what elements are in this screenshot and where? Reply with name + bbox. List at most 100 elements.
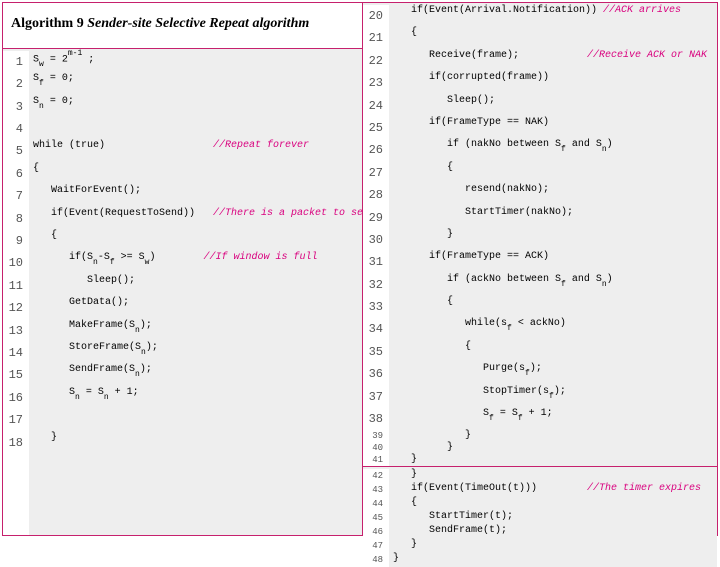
line-number: 38 [367, 408, 383, 430]
code-line: if (nakNo between Sf and Sn) [393, 139, 713, 161]
left-lines: Sw = 2m-1 ; Sf = 0; Sn = 0; while (true)… [33, 51, 379, 535]
code-line: if(FrameType == ACK) [393, 251, 713, 273]
line-number: 27 [367, 162, 383, 184]
code-line: while (true)//Repeat forever [33, 140, 375, 162]
code-line: } [393, 553, 713, 567]
code-line: if(FrameType == NAK) [393, 117, 713, 139]
line-number: 13 [7, 320, 23, 342]
code-line: if(Event(RequestToSend))//There is a pac… [33, 208, 375, 230]
line-number: 24 [367, 95, 383, 117]
line-number: 12 [7, 297, 23, 319]
line-number: 6 [7, 163, 23, 185]
code-line: { [393, 341, 713, 363]
line-number: 15 [7, 364, 23, 386]
line-number: 29 [367, 207, 383, 229]
code-line: { [33, 163, 375, 185]
right-code-lower: 42434445464748 } if(Event(TimeOut(t)))//… [363, 466, 717, 567]
title-desc: Sender-site Selective Repeat algorithm [87, 16, 309, 31]
line-number: 2 [7, 73, 23, 95]
line-number: 41 [367, 454, 383, 466]
code-line: StartTimer(t); [393, 511, 713, 525]
code-line: } [393, 469, 713, 483]
line-number: 31 [367, 251, 383, 273]
code-line: { [33, 230, 375, 252]
code-line: Sf = 0; [33, 73, 375, 95]
code-line: if (ackNo between Sf and Sn) [393, 274, 713, 296]
line-number: 10 [7, 252, 23, 274]
code-line: { [393, 27, 713, 49]
line-number: 21 [367, 27, 383, 49]
line-number: 14 [7, 342, 23, 364]
right-code-upper: 2021222324252627282930313233343536373839… [363, 3, 717, 466]
line-number: 36 [367, 363, 383, 385]
line-number: 4 [7, 118, 23, 140]
line-number: 9 [7, 230, 23, 252]
line-number: 47 [367, 539, 383, 553]
line-number: 1 [7, 51, 23, 73]
code-line: StopTimer(sf); [393, 386, 713, 408]
code-line: } [393, 539, 713, 553]
line-number: 25 [367, 117, 383, 139]
code-line: Sn = Sn + 1; [33, 387, 375, 409]
line-number: 39 [367, 430, 383, 442]
code-line: } [393, 454, 713, 466]
code-line: Receive(frame);//Receive ACK or NAK [393, 50, 713, 72]
line-number: 35 [367, 341, 383, 363]
code-line: if(Sn-Sf >= Sw)//If window is full [33, 252, 375, 274]
line-number: 22 [367, 50, 383, 72]
line-number: 48 [367, 553, 383, 567]
right-gutter-lower: 42434445464748 [363, 469, 389, 567]
line-number: 16 [7, 387, 23, 409]
code-line: if(Event(TimeOut(t)))//The timer expires [393, 483, 713, 497]
code-line: Sf = Sf + 1; [393, 408, 713, 430]
line-number: 3 [7, 96, 23, 118]
code-line: Sw = 2m-1 ; [33, 51, 375, 73]
line-number: 45 [367, 511, 383, 525]
line-number: 46 [367, 525, 383, 539]
line-number: 17 [7, 409, 23, 431]
line-number: 30 [367, 229, 383, 251]
code-line: if(Event(Arrival.Notification))//ACK arr… [393, 5, 713, 27]
right-gutter-upper: 2021222324252627282930313233343536373839… [363, 5, 389, 466]
code-line: StoreFrame(Sn); [33, 342, 375, 364]
line-number: 5 [7, 140, 23, 162]
left-column: Algorithm 9 Sender-site Selective Repeat… [3, 3, 363, 535]
line-number: 44 [367, 497, 383, 511]
line-number: 11 [7, 275, 23, 297]
code-line: StartTimer(nakNo); [393, 207, 713, 229]
line-number: 20 [367, 5, 383, 27]
line-number: 26 [367, 139, 383, 161]
code-line: MakeFrame(Sn); [33, 320, 375, 342]
code-line: Sleep(); [393, 95, 713, 117]
code-line: } [393, 229, 713, 251]
right-column: 2021222324252627282930313233343536373839… [363, 3, 717, 535]
line-number: 28 [367, 184, 383, 206]
algorithm-figure: Algorithm 9 Sender-site Selective Repeat… [2, 2, 718, 536]
line-number: 7 [7, 185, 23, 207]
line-number: 18 [7, 432, 23, 454]
right-lines-upper: if(Event(Arrival.Notification))//ACK arr… [393, 5, 717, 466]
code-line: { [393, 497, 713, 511]
code-line: GetData(); [33, 297, 375, 319]
code-line: SendFrame(t); [393, 525, 713, 539]
code-line: SendFrame(Sn); [33, 364, 375, 386]
title-number: Algorithm 9 [11, 16, 84, 31]
code-line [33, 118, 375, 140]
code-line: while(sf < ackNo) [393, 318, 713, 340]
code-line: } [393, 442, 713, 454]
code-line: } [393, 430, 713, 442]
line-number: 37 [367, 386, 383, 408]
line-number: 8 [7, 208, 23, 230]
left-gutter: 1 2 3 4 5 6 7 8 9 10 11 12 13 14 15 16 1… [3, 51, 29, 535]
left-code: 1 2 3 4 5 6 7 8 9 10 11 12 13 14 15 16 1… [3, 49, 362, 535]
line-number: 34 [367, 318, 383, 340]
line-number: 32 [367, 274, 383, 296]
line-number: 23 [367, 72, 383, 94]
line-number: 43 [367, 483, 383, 497]
line-number: 40 [367, 442, 383, 454]
code-line: if(corrupted(frame)) [393, 72, 713, 94]
code-line: Purge(sf); [393, 363, 713, 385]
line-number: 42 [367, 469, 383, 483]
line-number: 33 [367, 296, 383, 318]
code-line: WaitForEvent(); [33, 185, 375, 207]
